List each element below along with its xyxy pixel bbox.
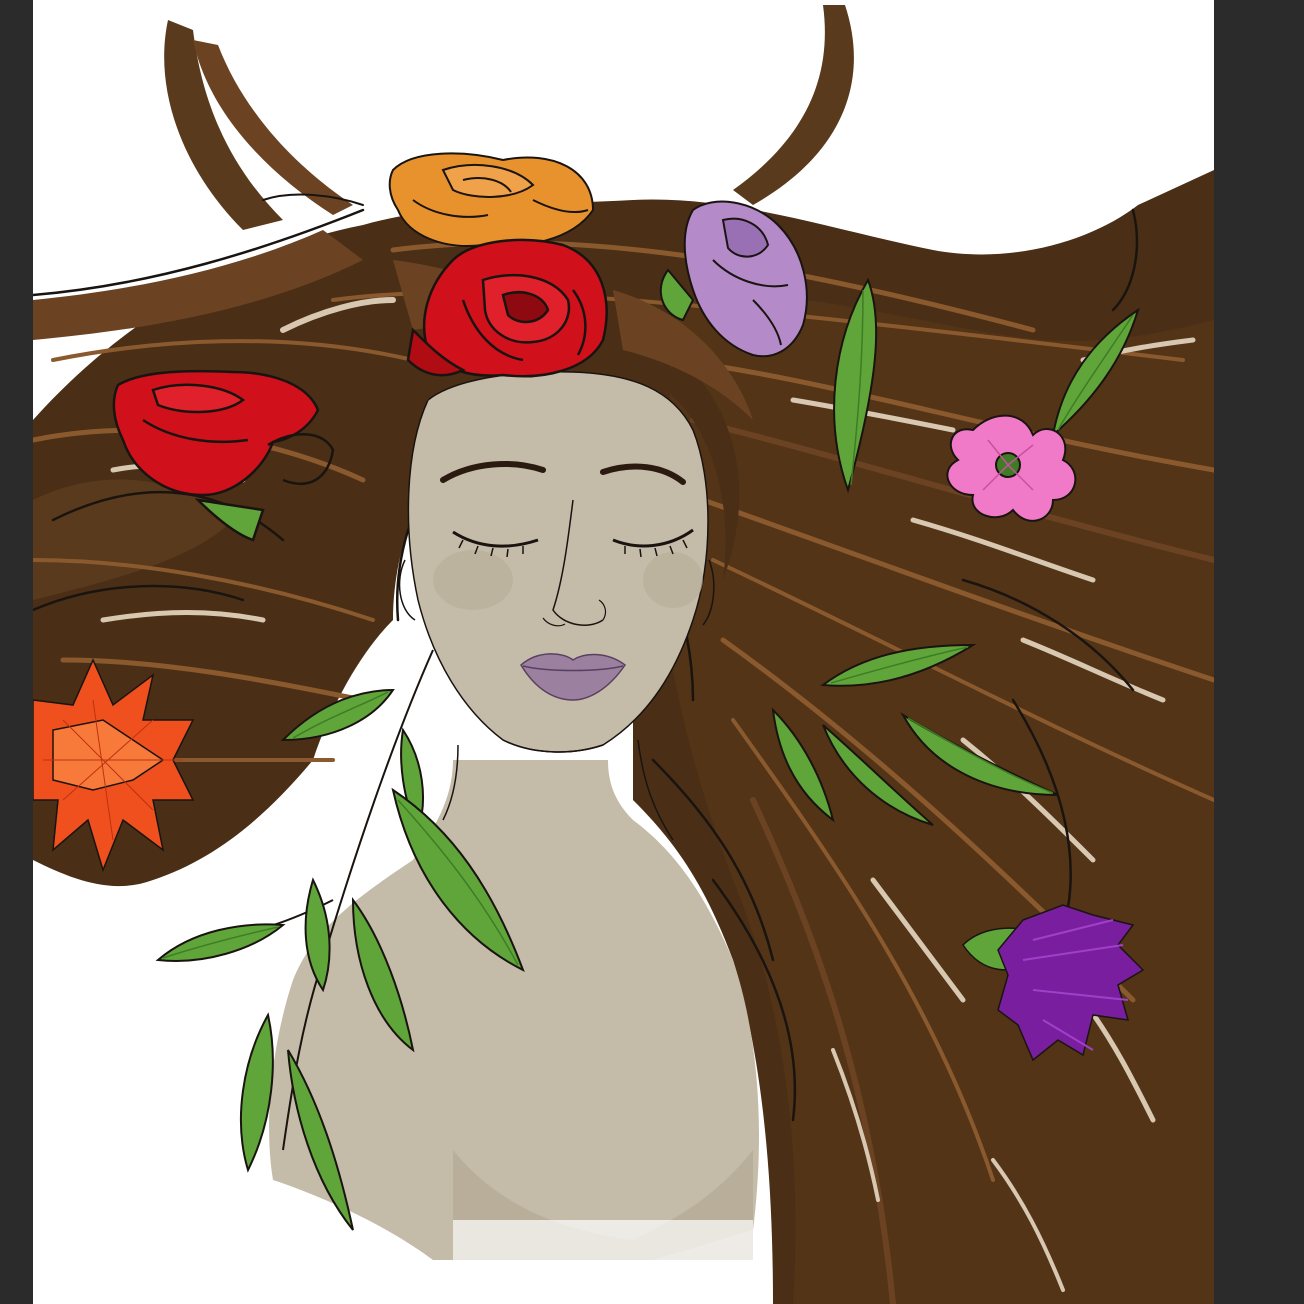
leaf-icon — [239, 1012, 274, 1173]
workspace-left-margin — [0, 0, 33, 1304]
workspace-right-margin — [1214, 0, 1304, 1304]
orange-rose-icon — [388, 152, 595, 248]
drawing-app-window — [0, 0, 1304, 1304]
artwork-illustration — [33, 5, 1214, 1304]
chest-fade — [453, 1220, 753, 1304]
hair-wisp-right — [733, 5, 854, 205]
drawing-canvas[interactable] — [33, 0, 1214, 1304]
